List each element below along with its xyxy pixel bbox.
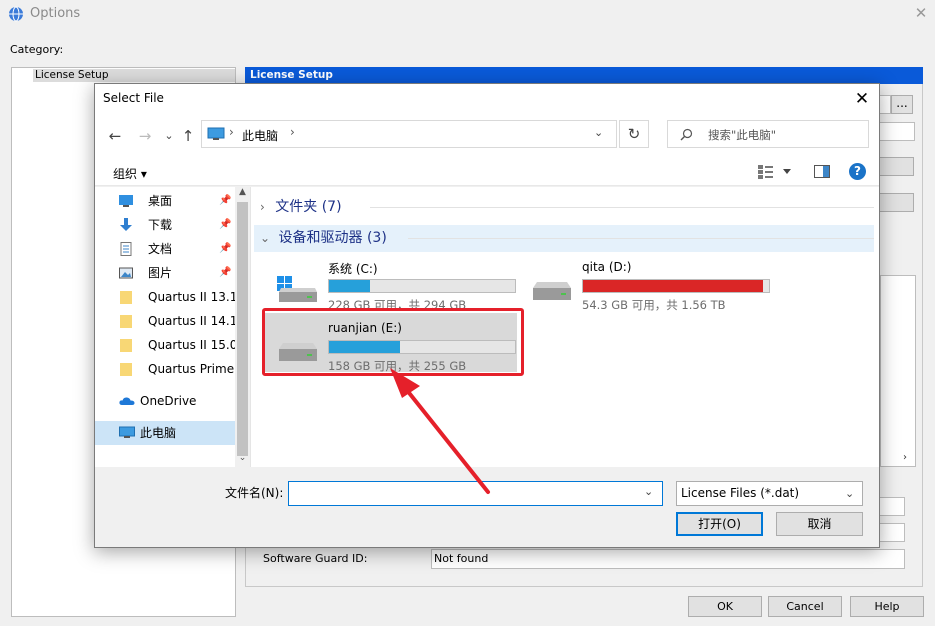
pin-icon[interactable]: 📌 (219, 190, 231, 212)
open-button[interactable]: 打开(O) (676, 512, 763, 536)
guard-id-field: Not found (431, 549, 905, 569)
group-title: 设备和驱动器 (3) (278, 230, 387, 246)
drive-name: qita (D:) (582, 260, 632, 274)
scrollbar-thumb[interactable] (237, 202, 248, 456)
filename-dropdown-icon[interactable]: ⌄ (644, 485, 653, 498)
group-title: 文件夹 (7) (275, 199, 342, 215)
cloud-icon (119, 397, 135, 405)
window-close-icon[interactable]: ✕ (910, 2, 932, 24)
download-icon (120, 218, 132, 231)
nav-item-label: Quartus II 14.1 (148, 314, 238, 328)
license-file-field[interactable] (879, 95, 891, 114)
guard-id-label: Software Guard ID: (263, 552, 368, 565)
drive-space-info: 54.3 GB 可用，共 1.56 TB (582, 298, 726, 312)
nav-item-label: 桌面 (148, 194, 173, 208)
file-type-dropdown-icon[interactable]: ⌄ (845, 482, 854, 505)
address-separator-2[interactable]: › (290, 125, 295, 139)
address-bar[interactable]: › 此电脑 › ⌄ (201, 120, 617, 148)
dialog-titlebar: Select File ✕ (95, 84, 879, 114)
nav-item-label: 此电脑 (140, 426, 177, 440)
help-icon[interactable]: ? (849, 163, 866, 180)
nav-item-label: 文档 (148, 242, 173, 256)
folder-icon (120, 315, 132, 328)
back-arrow-icon[interactable]: ← (105, 126, 125, 146)
forward-arrow-icon[interactable]: → (135, 126, 155, 146)
search-placeholder: 搜索"此电脑" (708, 128, 777, 142)
drive-icon (533, 282, 571, 300)
panel-header: License Setup (245, 67, 923, 84)
drive-usage-fill (583, 280, 764, 292)
filename-label: 文件名(N): (225, 486, 284, 500)
scroll-down-icon[interactable]: ⌄ (235, 453, 250, 467)
computer-icon (119, 426, 135, 438)
preview-pane-icon[interactable] (814, 165, 830, 178)
document-icon (120, 242, 132, 256)
panel-button-1[interactable] (879, 157, 914, 176)
nav-item-label: Quartus II 15.0 (148, 338, 238, 352)
dialog-title: Select File (103, 91, 164, 105)
dialog-toolbar: 组织 ▾ ? (95, 158, 879, 186)
organize-button[interactable]: 组织 ▾ (113, 165, 147, 182)
pin-icon[interactable]: 📌 (219, 262, 231, 284)
search-input[interactable]: 搜索"此电脑" (667, 120, 869, 148)
window-title: Options (30, 6, 81, 21)
navigation-pane[interactable]: 桌面 📌 下载 📌 文档 📌 图片 📌 Quartus II 13.1 Quar… (95, 187, 251, 467)
group-devices[interactable]: ⌄ 设备和驱动器 (3) (260, 226, 874, 250)
refresh-icon[interactable]: ↻ (619, 120, 649, 148)
group-folders[interactable]: › 文件夹 (7) (260, 195, 874, 219)
collapse-chevron-icon[interactable]: ⌄ (260, 231, 270, 245)
system-drive-icon (277, 276, 317, 302)
scroll-up-icon[interactable]: ▲ (235, 187, 250, 201)
drive-d[interactable]: qita (D:) 54.3 GB 可用，共 1.56 TB (525, 260, 770, 316)
up-arrow-icon[interactable]: ↑ (178, 126, 198, 146)
nav-item-label: Quartus Prime (148, 362, 235, 376)
group-divider (408, 238, 874, 239)
file-type-select[interactable]: License Files (*.dat) ⌄ (676, 481, 863, 506)
options-cancel-button[interactable]: Cancel (768, 596, 842, 617)
annotation-arrow-icon (390, 368, 490, 494)
drive-usage-bar (328, 279, 516, 293)
pin-icon[interactable]: 📌 (219, 238, 231, 260)
folder-icon (120, 363, 132, 376)
nav-item-label: 图片 (148, 266, 173, 280)
app-globe-icon (9, 6, 23, 22)
address-separator: › (229, 125, 234, 139)
nav-item-label: OneDrive (140, 394, 197, 408)
navigation-bar: ← → ⌄ ↑ › 此电脑 › ⌄ ↻ 搜索"此电脑" (95, 114, 879, 158)
computer-icon (207, 127, 225, 140)
address-path[interactable]: 此电脑 (242, 127, 278, 144)
address-dropdown-icon[interactable]: ⌄ (594, 126, 603, 139)
nav-item-label: 下载 (148, 218, 173, 232)
panel-field-3[interactable] (879, 497, 905, 516)
browse-button[interactable]: ... (891, 95, 913, 114)
cancel-button[interactable]: 取消 (776, 512, 863, 536)
pin-icon[interactable]: 📌 (219, 214, 231, 236)
desktop-icon (119, 195, 133, 207)
expand-chevron-icon[interactable]: › (260, 200, 265, 214)
panel-field-4[interactable] (879, 523, 905, 542)
file-type-value: License Files (*.dat) (681, 486, 800, 500)
license-list[interactable] (880, 275, 916, 467)
ok-button[interactable]: OK (688, 596, 762, 617)
search-icon (680, 128, 693, 141)
group-divider (370, 207, 874, 208)
pictures-icon (119, 267, 133, 279)
dialog-close-icon[interactable]: ✕ (849, 87, 875, 111)
help-button[interactable]: Help (850, 596, 924, 617)
folder-icon (120, 291, 132, 304)
view-options-icon[interactable] (758, 165, 774, 179)
drive-usage-fill (329, 280, 370, 292)
category-label: Category: (10, 43, 64, 56)
view-dropdown-icon[interactable] (783, 169, 791, 175)
category-item-license-setup[interactable]: License Setup (33, 69, 235, 82)
drive-usage-bar (582, 279, 770, 293)
drive-name: 系统 (C:) (328, 262, 378, 276)
recent-locations-icon[interactable]: ⌄ (159, 126, 179, 146)
license-field-2[interactable] (879, 122, 915, 141)
folder-icon (120, 339, 132, 352)
list-scroll-right-icon[interactable]: › (895, 450, 915, 466)
nav-item-label: Quartus II 13.1 (148, 290, 238, 304)
panel-button-2[interactable] (879, 193, 914, 212)
nav-scrollbar[interactable]: ▲ ⌄ (235, 187, 250, 467)
